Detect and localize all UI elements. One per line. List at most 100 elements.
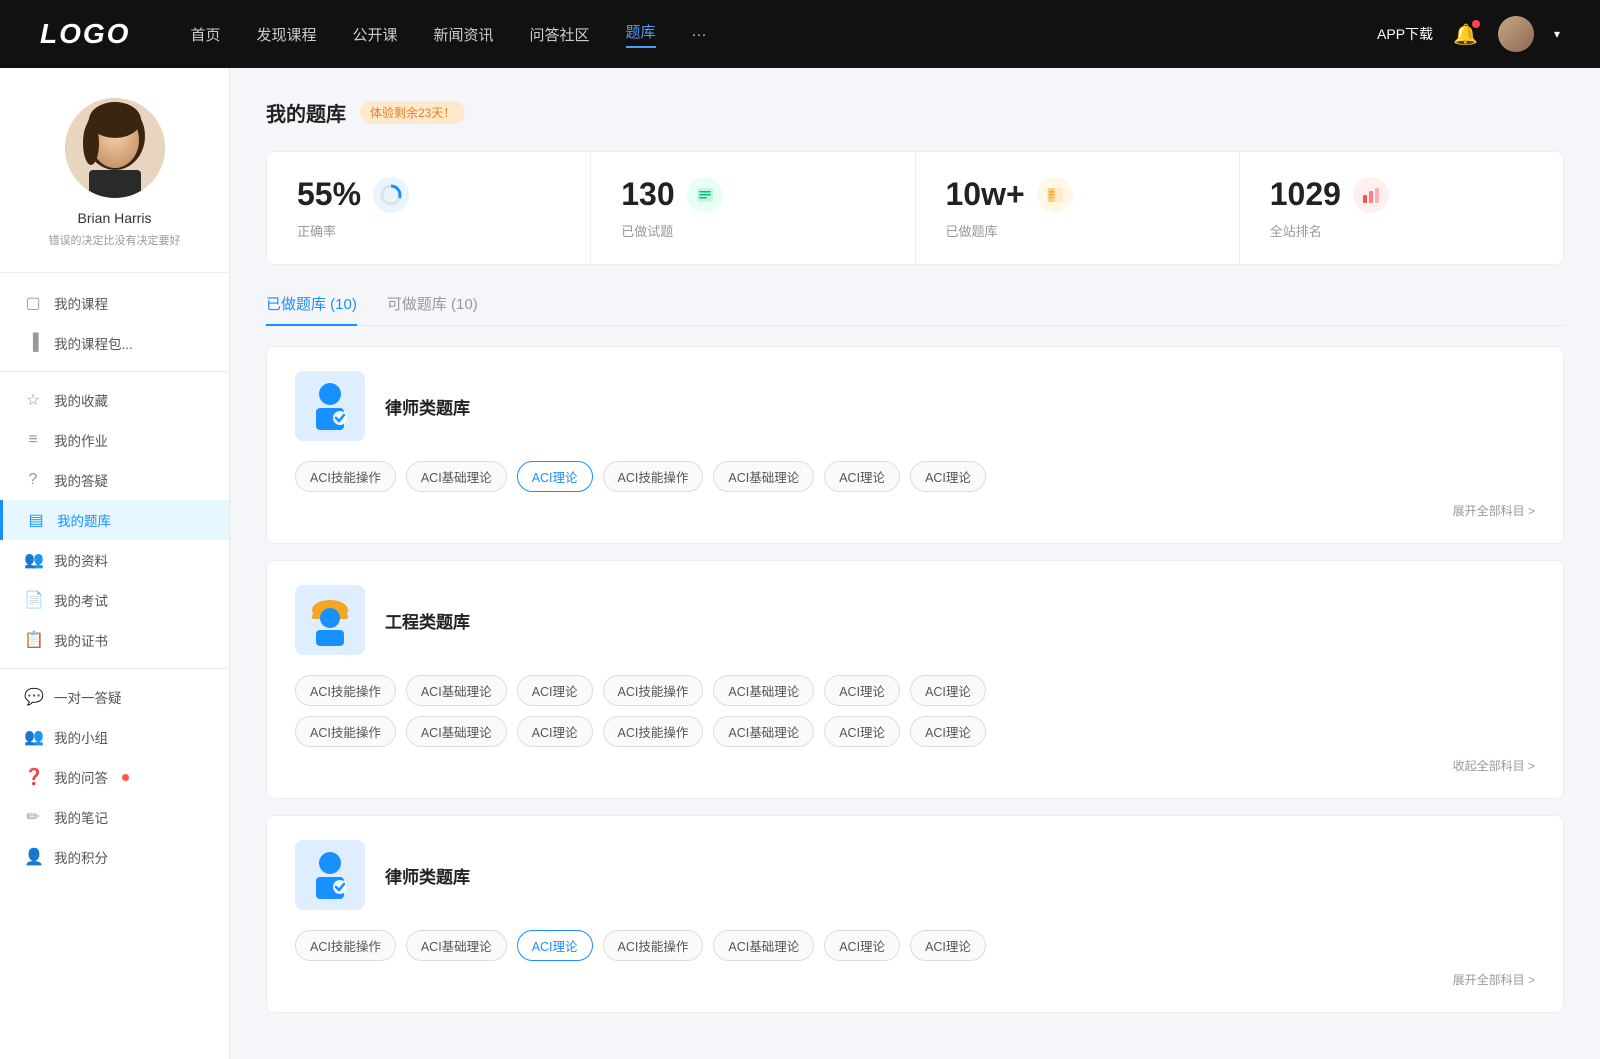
app-download-button[interactable]: APP下载 bbox=[1377, 24, 1433, 44]
sidebar-item-notes[interactable]: ✏ 我的笔记 bbox=[0, 797, 229, 837]
sidebar-item-profile[interactable]: 👥 我的资料 bbox=[0, 540, 229, 580]
nav-links: 首页 发现课程 公开课 新闻资讯 问答社区 题库 ··· bbox=[190, 21, 1377, 48]
stat-banks-top: 10w+ bbox=[946, 176, 1209, 213]
stat-accuracy-value: 55% bbox=[297, 176, 361, 213]
bank-tag[interactable]: ACI基础理论 bbox=[713, 930, 814, 961]
bank-tag[interactable]: ACI基础理论 bbox=[713, 675, 814, 706]
bank-tag[interactable]: ACI理论 bbox=[824, 675, 900, 706]
bank-card-lawyer-2: 律师类题库 ACI技能操作 ACI基础理论 ACI理论 ACI技能操作 ACI基… bbox=[266, 815, 1564, 1013]
sidebar-item-my-qa[interactable]: ❓ 我的问答 bbox=[0, 757, 229, 797]
nav-qa[interactable]: 问答社区 bbox=[530, 24, 590, 45]
notification-bell[interactable]: 🔔 bbox=[1453, 22, 1478, 47]
lawyer-figure-icon-2 bbox=[306, 849, 354, 901]
stat-ranking-value: 1029 bbox=[1270, 176, 1341, 213]
bank-card-header-1: 律师类题库 bbox=[295, 371, 1535, 441]
sidebar-item-question-bank[interactable]: ▤ 我的题库 bbox=[0, 500, 229, 540]
nav-more[interactable]: ··· bbox=[692, 26, 707, 43]
engineer-bank-icon bbox=[295, 585, 365, 655]
avatar[interactable] bbox=[1498, 16, 1534, 52]
bank-tag[interactable]: ACI基础理论 bbox=[406, 930, 507, 961]
sidebar-label-courses: 我的课程 bbox=[54, 293, 108, 313]
tab-available-banks[interactable]: 可做题库 (10) bbox=[387, 293, 478, 326]
bank-tag[interactable]: ACI基础理论 bbox=[713, 461, 814, 492]
bank-card-engineer: 工程类题库 ACI技能操作 ACI基础理论 ACI理论 ACI技能操作 ACI基… bbox=[266, 560, 1564, 799]
sidebar-label-homework: 我的作业 bbox=[54, 430, 108, 450]
sidebar-item-courses[interactable]: ▢ 我的课程 bbox=[0, 283, 229, 323]
nav-question-bank[interactable]: 题库 bbox=[626, 21, 656, 48]
navbar-right: APP下载 🔔 ▾ bbox=[1377, 16, 1560, 52]
question-bank-icon: ▤ bbox=[27, 510, 45, 530]
stat-done-questions: 130 已做试题 bbox=[591, 152, 915, 264]
bank-tag[interactable]: ACI技能操作 bbox=[603, 461, 704, 492]
bank-tag[interactable]: ACI理论 bbox=[910, 461, 986, 492]
stat-accuracy-label: 正确率 bbox=[297, 221, 560, 240]
bank-tag[interactable]: ACI理论 bbox=[517, 716, 593, 747]
bank-tag[interactable]: ACI理论 bbox=[824, 461, 900, 492]
one-on-one-icon: 💬 bbox=[24, 687, 42, 707]
bank-tag[interactable]: ACI技能操作 bbox=[295, 675, 396, 706]
sidebar-label-qa: 我的答疑 bbox=[54, 470, 108, 490]
logo: LOGO bbox=[40, 18, 130, 50]
bank-tag[interactable]: ACI技能操作 bbox=[603, 930, 704, 961]
avatar-dropdown-arrow[interactable]: ▾ bbox=[1554, 27, 1560, 41]
sidebar-menu: ▢ 我的课程 ▐ 我的课程包... ☆ 我的收藏 ≡ 我的作业 ? 我的答疑 ▤ bbox=[0, 283, 229, 877]
bank-tag[interactable]: ACI技能操作 bbox=[295, 716, 396, 747]
nav-open-course[interactable]: 公开课 bbox=[352, 24, 397, 45]
tab-done-banks[interactable]: 已做题库 (10) bbox=[266, 293, 357, 326]
certificate-icon: 📋 bbox=[24, 630, 42, 650]
nav-home[interactable]: 首页 bbox=[190, 24, 220, 45]
bank-collapse-engineer[interactable]: 收起全部科目 > bbox=[295, 757, 1535, 774]
bank-card-lawyer-1: 律师类题库 ACI技能操作 ACI基础理论 ACI理论 ACI技能操作 ACI基… bbox=[266, 346, 1564, 544]
bank-title-3: 律师类题库 bbox=[385, 863, 470, 888]
stat-banks-value: 10w+ bbox=[946, 176, 1025, 213]
group-icon: 👥 bbox=[24, 727, 42, 747]
ranking-icon bbox=[1353, 177, 1389, 213]
sidebar-item-homework[interactable]: ≡ 我的作业 bbox=[0, 420, 229, 460]
bank-tag[interactable]: ACI基础理论 bbox=[406, 675, 507, 706]
bank-tag[interactable]: ACI理论 bbox=[910, 675, 986, 706]
stat-done-value: 130 bbox=[621, 176, 674, 213]
bank-tag[interactable]: ACI理论 bbox=[824, 716, 900, 747]
bank-expand-1[interactable]: 展开全部科目 > bbox=[295, 502, 1535, 519]
bank-tag[interactable]: ACI基础理论 bbox=[406, 461, 507, 492]
lawyer-bank-icon-2 bbox=[295, 840, 365, 910]
sidebar-item-exam[interactable]: 📄 我的考试 bbox=[0, 580, 229, 620]
bank-tag[interactable]: ACI理论 bbox=[910, 716, 986, 747]
bank-card-header-3: 律师类题库 bbox=[295, 840, 1535, 910]
nav-discover[interactable]: 发现课程 bbox=[256, 24, 316, 45]
sidebar-item-points[interactable]: 👤 我的积分 bbox=[0, 837, 229, 877]
bank-title-text-1: 律师类题库 bbox=[385, 394, 470, 419]
sidebar-item-favorites[interactable]: ☆ 我的收藏 bbox=[0, 380, 229, 420]
qa-icon: ? bbox=[24, 471, 42, 489]
bank-tag[interactable]: ACI技能操作 bbox=[295, 930, 396, 961]
sidebar-item-certificate[interactable]: 📋 我的证书 bbox=[0, 620, 229, 660]
bank-tag[interactable]: ACI理论 bbox=[910, 930, 986, 961]
main-content: 我的题库 体验剩余23天！ 55% 正确率 bbox=[230, 68, 1600, 1059]
bank-expand-3[interactable]: 展开全部科目 > bbox=[295, 971, 1535, 988]
bank-tag[interactable]: ACI基础理论 bbox=[713, 716, 814, 747]
stat-banks-label: 已做题库 bbox=[946, 221, 1209, 240]
bank-tag[interactable]: ACI理论 bbox=[517, 675, 593, 706]
sidebar-label-group: 我的小组 bbox=[54, 727, 108, 747]
sidebar-label-my-qa: 我的问答 bbox=[54, 767, 108, 787]
bank-tag[interactable]: ACI理论 bbox=[824, 930, 900, 961]
sidebar-item-course-packages[interactable]: ▐ 我的课程包... bbox=[0, 323, 229, 363]
bank-tag[interactable]: ACI技能操作 bbox=[295, 461, 396, 492]
sidebar-label-course-packages: 我的课程包... bbox=[54, 333, 133, 353]
bank-title-1: 律师类题库 bbox=[385, 394, 470, 419]
page-title: 我的题库 bbox=[266, 98, 346, 127]
sidebar-item-one-on-one[interactable]: 💬 一对一答疑 bbox=[0, 677, 229, 717]
done-questions-icon bbox=[687, 177, 723, 213]
notes-icon: ✏ bbox=[24, 807, 42, 827]
bank-tag[interactable]: ACI基础理论 bbox=[406, 716, 507, 747]
bank-card-header-2: 工程类题库 bbox=[295, 585, 1535, 655]
bank-tag[interactable]: ACI技能操作 bbox=[603, 675, 704, 706]
avatar-image bbox=[1498, 16, 1534, 52]
sidebar-item-qa[interactable]: ? 我的答疑 bbox=[0, 460, 229, 500]
bank-tags-3: ACI技能操作 ACI基础理论 ACI理论 ACI技能操作 ACI基础理论 AC… bbox=[295, 930, 1535, 961]
nav-news[interactable]: 新闻资讯 bbox=[434, 24, 494, 45]
bank-tag[interactable]: ACI技能操作 bbox=[603, 716, 704, 747]
sidebar-item-group[interactable]: 👥 我的小组 bbox=[0, 717, 229, 757]
bank-tag-active[interactable]: ACI理论 bbox=[517, 461, 593, 492]
bank-tag-active[interactable]: ACI理论 bbox=[517, 930, 593, 961]
